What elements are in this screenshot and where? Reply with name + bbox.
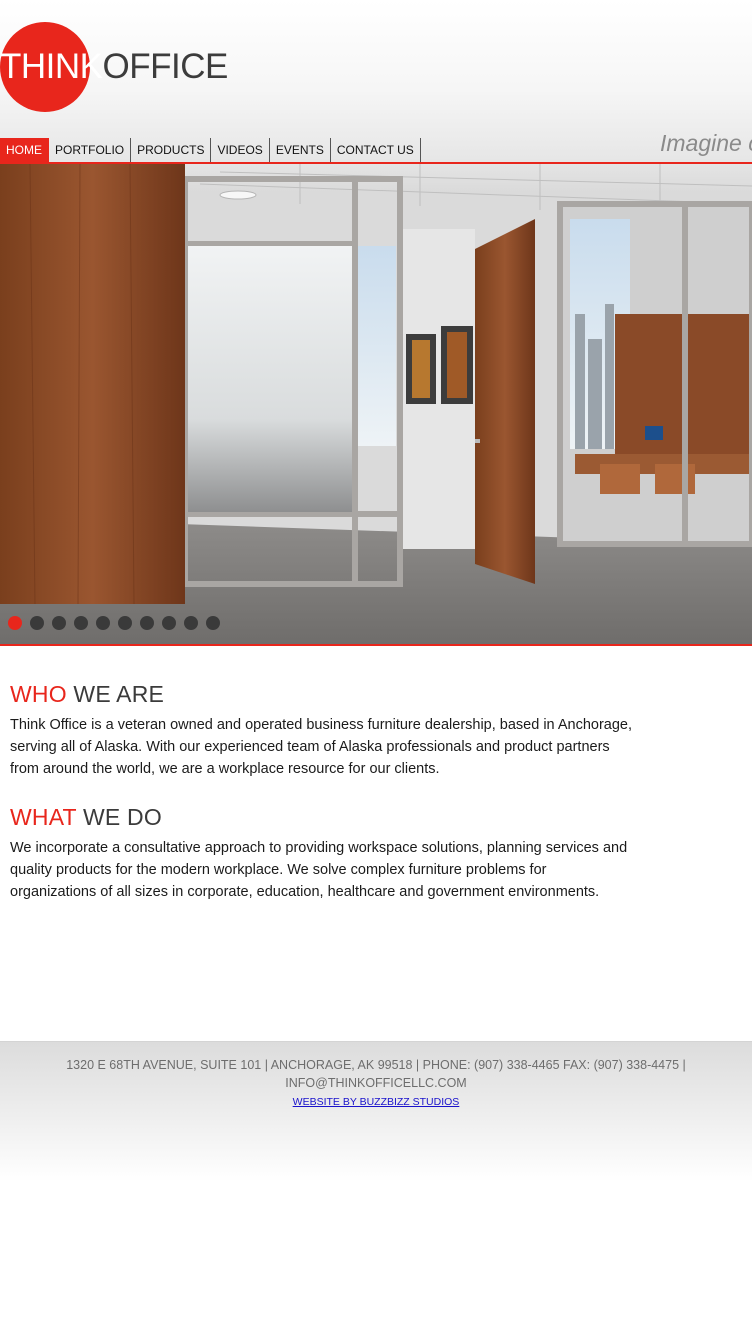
- slider-pagination: [8, 616, 220, 630]
- who-we-are-heading: WHO WE ARE: [10, 680, 635, 708]
- hero-slider[interactable]: [0, 162, 752, 646]
- slider-dot[interactable]: [184, 616, 198, 630]
- slider-dot[interactable]: [96, 616, 110, 630]
- office-interior-photo: [0, 164, 752, 644]
- site-footer: 1320 E 68TH AVENUE, SUITE 101 | ANCHORAG…: [0, 1041, 752, 1182]
- site-header: THINKOFFICE HOME PORTFOLIO PRODUCTS VIDE…: [0, 0, 752, 162]
- who-we-are-text: Think Office is a veteran owned and oper…: [10, 717, 633, 777]
- main-nav: HOME PORTFOLIO PRODUCTS VIDEOS EVENTS CO…: [0, 138, 421, 162]
- what-we-do-section: WHAT WE DO We incorporate a consultative…: [10, 803, 635, 903]
- nav-videos[interactable]: VIDEOS: [211, 138, 270, 162]
- heading-accent: WHO: [10, 681, 67, 707]
- footer-address: 1320 E 68TH AVENUE, SUITE 101 | ANCHORAG…: [66, 1058, 686, 1090]
- nav-portfolio[interactable]: PORTFOLIO: [49, 138, 132, 162]
- what-we-do-text: We incorporate a consultative approach t…: [10, 840, 628, 900]
- slider-dot[interactable]: [140, 616, 154, 630]
- nav-events[interactable]: EVENTS: [270, 138, 331, 162]
- slider-dot[interactable]: [118, 616, 132, 630]
- slider-dot[interactable]: [52, 616, 66, 630]
- slider-dot[interactable]: [162, 616, 176, 630]
- nav-contact-us[interactable]: CONTACT US: [331, 138, 421, 162]
- slider-dot[interactable]: [206, 616, 220, 630]
- who-we-are-section: WHO WE ARE Think Office is a veteran own…: [10, 680, 635, 780]
- heading-accent: WHAT: [10, 804, 77, 830]
- heading-main: WE DO: [82, 804, 162, 830]
- footer-credit-link[interactable]: WEBSITE BY BUZZBIZZ STUDIOS: [293, 1096, 460, 1108]
- logo-office: OFFICE: [102, 47, 229, 86]
- nav-home[interactable]: HOME: [0, 138, 49, 162]
- heading-main: WE ARE: [73, 681, 165, 707]
- slider-dot[interactable]: [30, 616, 44, 630]
- what-we-do-heading: WHAT WE DO: [10, 803, 635, 831]
- slider-dot[interactable]: [74, 616, 88, 630]
- logo-think: THINK: [0, 47, 103, 86]
- slider-dot[interactable]: [8, 616, 22, 630]
- logo-wordmark: THINKOFFICE: [0, 48, 228, 86]
- site-logo[interactable]: THINKOFFICE: [0, 22, 228, 116]
- header-tagline: Imagine c: [660, 130, 752, 156]
- nav-products[interactable]: PRODUCTS: [131, 138, 212, 162]
